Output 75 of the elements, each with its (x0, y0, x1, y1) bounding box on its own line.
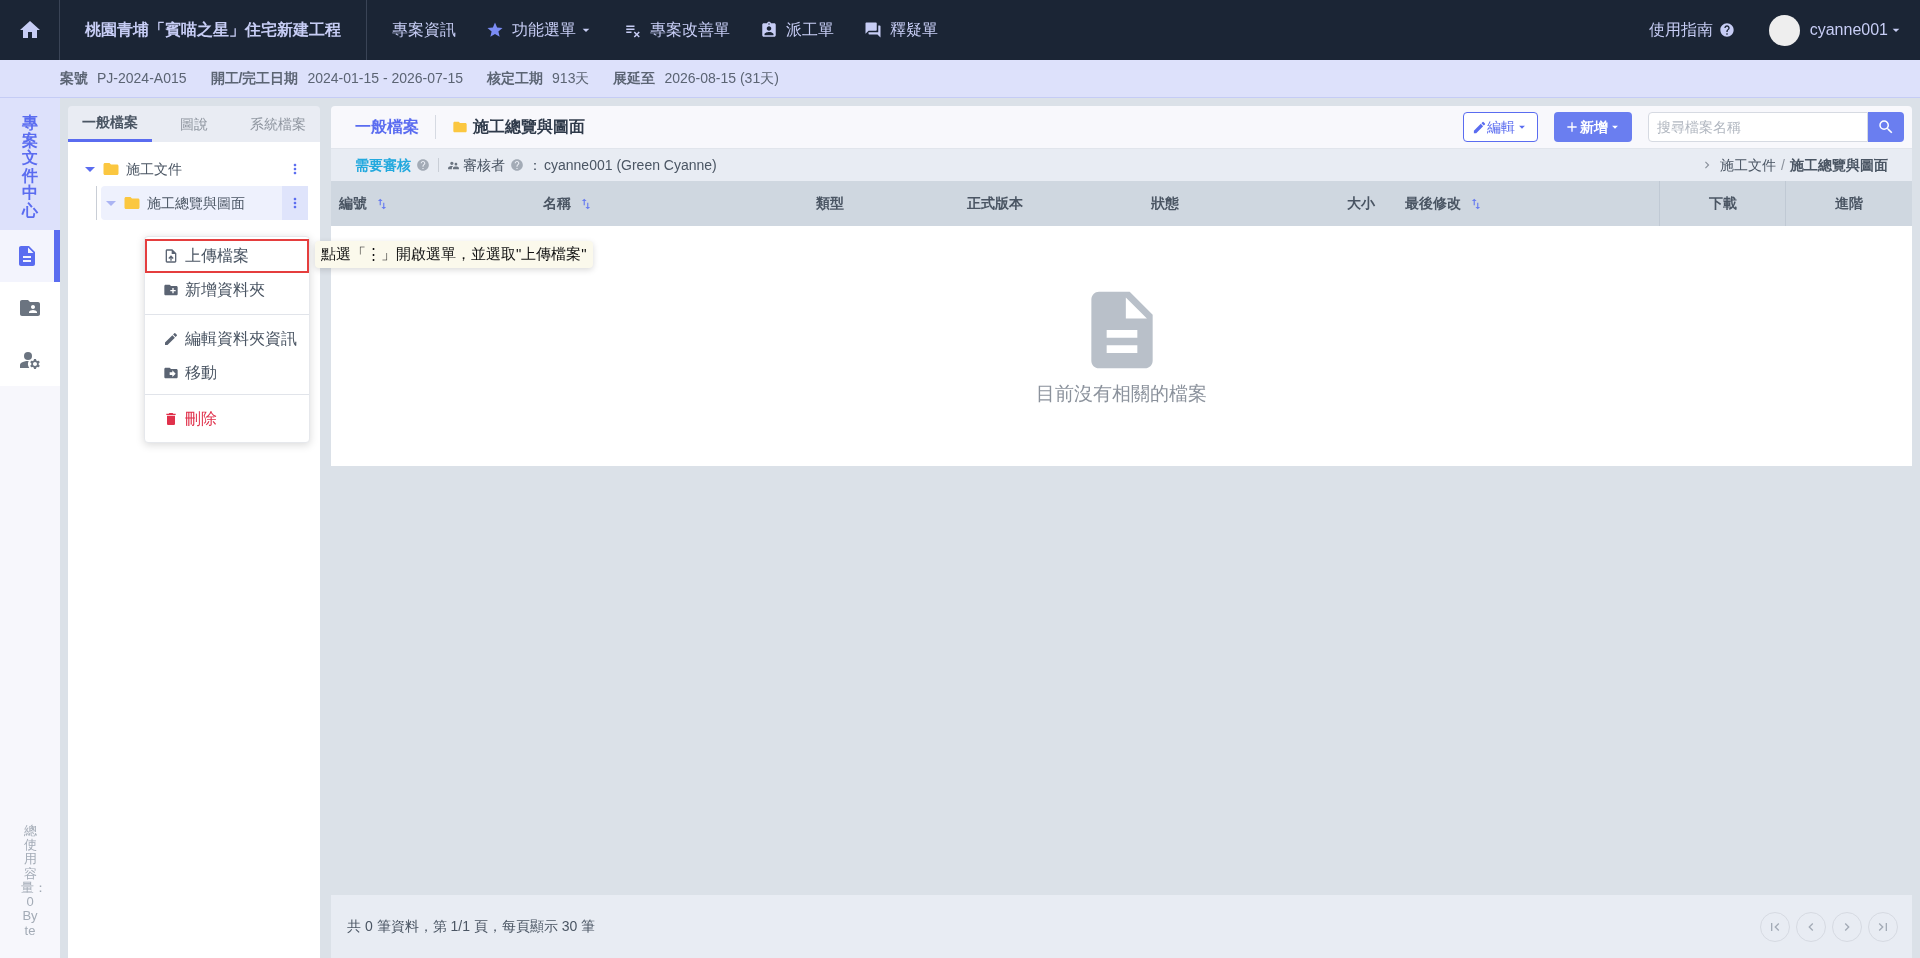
column-header: 類型 (815, 194, 845, 213)
file-upload-icon (163, 248, 179, 264)
reviewer-label: 審核者 (463, 155, 505, 175)
nav-link[interactable]: 專案資訊 (392, 18, 456, 42)
guide-link[interactable]: 使用指南 (1648, 18, 1735, 42)
menu-item[interactable]: 刪除 (145, 402, 309, 436)
breadcrumb-item: 施工總覽與圖面 (1790, 155, 1888, 175)
user-menu[interactable]: cyanne001 (1809, 18, 1904, 42)
menu-item[interactable]: 上傳檔案 (145, 239, 309, 273)
tree-item-label: 施工總覽與圖面 (147, 193, 246, 213)
help-icon (1718, 22, 1735, 38)
folder-title: 施工總覽與圖面 (473, 117, 585, 137)
id-badge-icon (760, 21, 778, 39)
pencil-icon (1472, 119, 1487, 135)
more-button[interactable] (282, 186, 308, 220)
folder-icon (123, 194, 141, 212)
column-header: 狀態 (1150, 194, 1180, 213)
folder-move-icon (163, 365, 179, 381)
info-label: 開工/完工日期 (210, 69, 299, 88)
empty-message: 目前沒有相關的檔案 (1036, 381, 1207, 406)
search-button[interactable] (1868, 112, 1904, 142)
help-icon (510, 158, 524, 172)
breadcrumb-separator: / (1781, 155, 1785, 175)
avatar (1768, 14, 1800, 46)
column-header: 正式版本 (966, 194, 1024, 213)
caret-icon (85, 166, 95, 172)
column-header: 進階 (1785, 181, 1912, 226)
column-header[interactable]: 最後修改 (1385, 181, 1659, 226)
rail-item[interactable] (0, 230, 60, 282)
nav-link[interactable]: 派工單 (760, 18, 834, 42)
tree-item[interactable]: 施工總覽與圖面 (101, 186, 308, 220)
search-field[interactable]: 搜尋檔案名稱 (1648, 112, 1868, 142)
info-value: 2024-01-15 - 2026-07-15 (307, 69, 464, 88)
info-value: 913天 (552, 69, 590, 88)
pencil-icon (163, 331, 179, 347)
menu-item[interactable]: 編輯資料夾資訊 (145, 322, 309, 356)
column-header: 下載 (1659, 181, 1785, 226)
chat-icon (864, 21, 882, 39)
info-label: 展延至 (613, 69, 656, 88)
folder-icon (452, 119, 468, 135)
trash-icon (163, 411, 179, 427)
nav-link[interactable]: 釋疑單 (864, 18, 938, 42)
breadcrumb-item[interactable]: 施工文件 (1720, 154, 1777, 176)
sort-icon (579, 196, 593, 211)
edit-button[interactable]: 編輯 (1463, 112, 1538, 142)
search-icon (1877, 118, 1895, 136)
column-header[interactable]: 編號 (331, 181, 535, 226)
tree-item[interactable]: 施工文件 (80, 152, 308, 186)
menu-item[interactable]: 新增資料夾 (145, 273, 309, 307)
help-icon (416, 158, 430, 172)
info-value: PJ-2024-A015 (97, 69, 187, 88)
record-summary: 共 0 筆資料，第 1/1 頁，每頁顯示 30 筆 (347, 917, 596, 936)
rail-title: 專案文件中心 (22, 114, 38, 221)
tree-item-label: 施工文件 (126, 159, 183, 179)
nav-link[interactable]: 功能選單 (486, 18, 594, 42)
star-icon (486, 21, 504, 39)
sort-icon (375, 196, 389, 211)
column-header: 大小 (1346, 194, 1376, 213)
menu-item[interactable]: 移動 (145, 356, 309, 390)
reviewer-name: cyanne001 (Green Cyanne) (544, 155, 717, 175)
new-folder-icon (163, 282, 179, 298)
caret-icon (106, 200, 116, 206)
separator-text: ： (528, 155, 542, 175)
info-label: 核定工期 (487, 69, 544, 88)
sort-icon (1469, 196, 1483, 211)
review-required-label: 需要審核 (355, 155, 411, 175)
hint-tooltip: 點選「⋮」開啟選單，並選取"上傳檔案" (315, 241, 593, 268)
folder-icon (102, 160, 120, 178)
section-title: 一般檔案 (355, 115, 436, 139)
info-value: 2026-08-15 (31天) (664, 69, 779, 88)
nav-link[interactable]: 專案改善單 (624, 18, 730, 42)
add-button[interactable]: 新增 (1554, 112, 1632, 142)
plus-icon (1564, 119, 1580, 135)
info-label: 案號 (60, 69, 88, 88)
column-header[interactable]: 名稱 (535, 181, 745, 226)
